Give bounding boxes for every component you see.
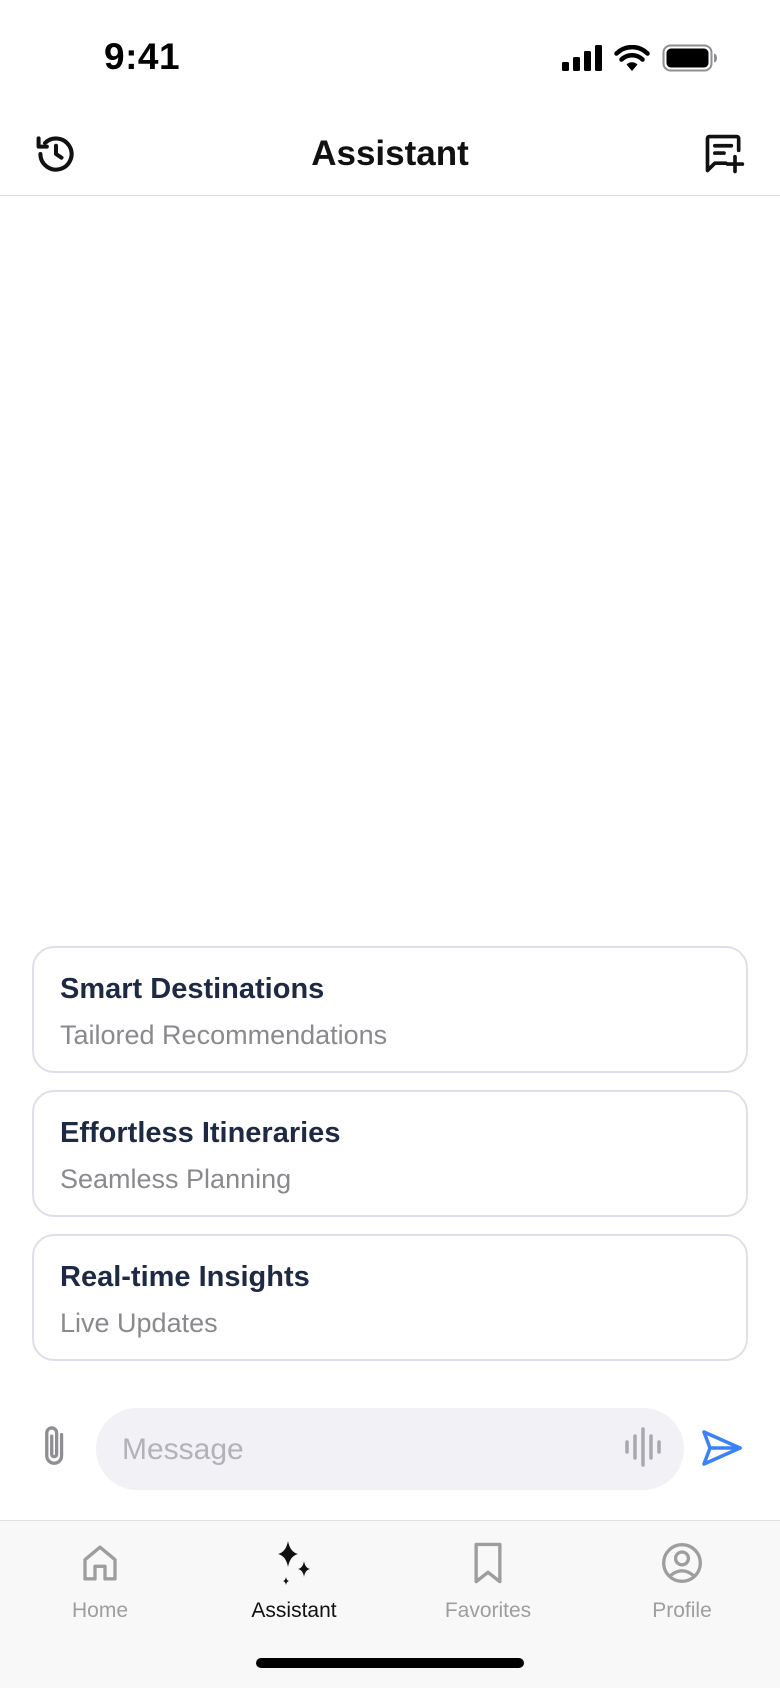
message-field	[96, 1408, 684, 1492]
paperclip-icon	[38, 1423, 72, 1474]
tab-label: Profile	[652, 1599, 712, 1622]
suggestion-subtitle: Tailored Recommendations	[60, 1020, 388, 1050]
voice-input-button[interactable]	[622, 1426, 664, 1473]
home-icon	[10, 1537, 190, 1589]
cellular-signal-icon	[562, 45, 602, 71]
profile-icon	[592, 1537, 772, 1589]
wifi-icon	[614, 45, 650, 71]
suggestion-title: Smart Destinations	[60, 973, 325, 1005]
home-indicator	[256, 1658, 524, 1668]
message-input[interactable]	[120, 1408, 594, 1492]
new-chat-icon	[702, 132, 746, 181]
status-bar: 9:41	[0, 0, 780, 116]
new-chat-button[interactable]	[696, 128, 752, 184]
tab-label: Assistant	[251, 1599, 337, 1622]
suggestion-title: Effortless Itineraries	[60, 1117, 341, 1149]
suggestion-list: Smart Destinations Tailored Recommendati…	[32, 946, 748, 1378]
sparkles-icon	[204, 1537, 384, 1589]
status-icons	[562, 44, 718, 72]
suggestion-title: Real-time Insights	[60, 1261, 310, 1293]
bookmark-icon	[398, 1537, 578, 1589]
tab-home[interactable]: Home	[10, 1537, 190, 1637]
tab-label: Favorites	[444, 1599, 532, 1622]
attach-button[interactable]	[34, 1420, 76, 1476]
suggestion-card-real-time-insights[interactable]: Real-time Insights Live Updates	[32, 1234, 748, 1361]
message-composer	[0, 1408, 780, 1492]
waveform-icon	[624, 1426, 662, 1473]
suggestion-card-smart-destinations[interactable]: Smart Destinations Tailored Recommendati…	[32, 946, 748, 1073]
top-navigation-bar: Assistant	[0, 116, 780, 196]
tab-favorites[interactable]: Favorites	[398, 1537, 578, 1637]
suggestion-subtitle: Seamless Planning	[60, 1164, 292, 1194]
send-button[interactable]	[698, 1426, 746, 1474]
assistant-screen: 9:41 Assistant Smart Destinations Tailor…	[0, 0, 780, 1688]
battery-icon	[662, 44, 718, 72]
tab-label: Home	[71, 1599, 129, 1622]
tab-profile[interactable]: Profile	[592, 1537, 772, 1637]
suggestion-subtitle: Live Updates	[60, 1308, 218, 1338]
suggestion-card-effortless-itineraries[interactable]: Effortless Itineraries Seamless Planning	[32, 1090, 748, 1217]
tab-assistant[interactable]: Assistant	[204, 1537, 384, 1637]
send-icon	[701, 1429, 743, 1472]
status-time: 9:41	[104, 36, 181, 77]
page-title: Assistant	[311, 134, 469, 173]
